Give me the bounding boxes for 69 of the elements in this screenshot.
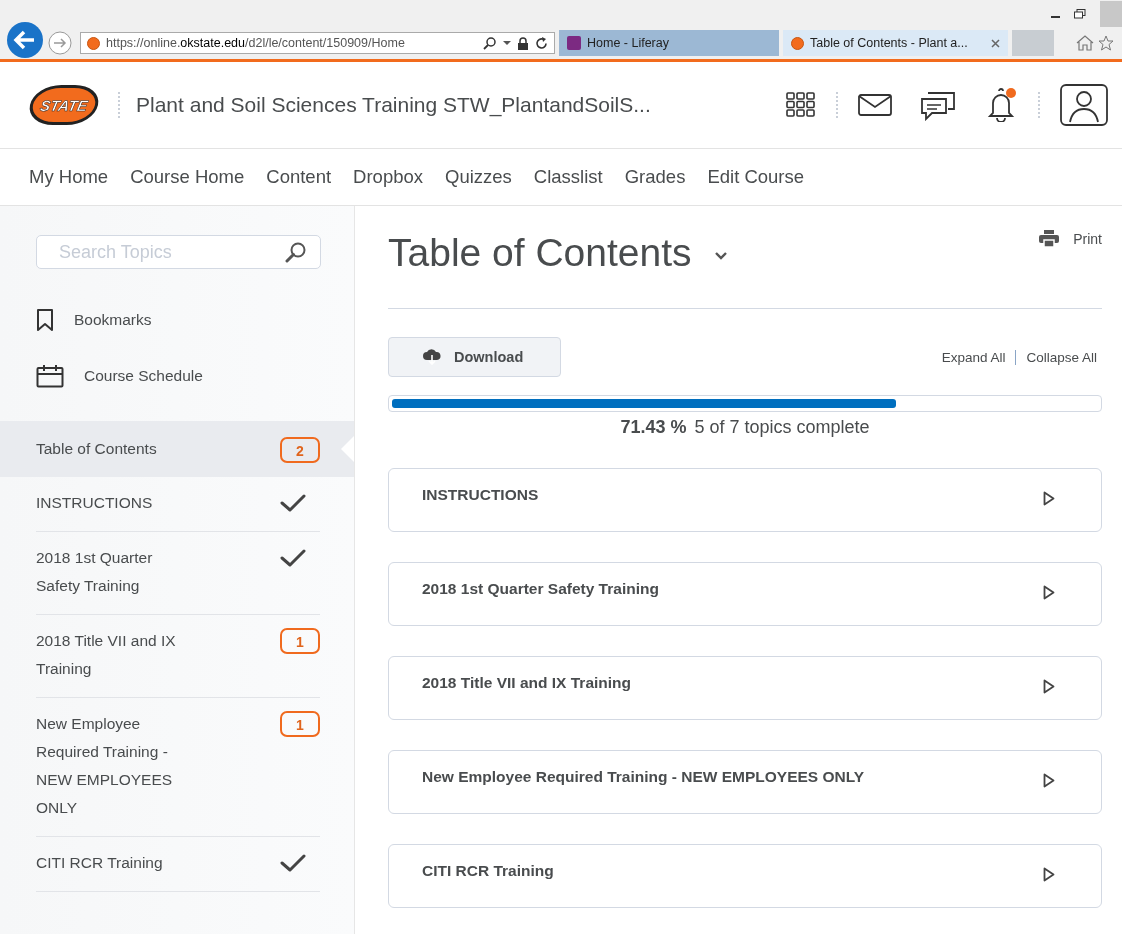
nav-link[interactable]: Dropbox xyxy=(342,166,435,188)
sidebar-item[interactable]: 2018 1st Quarter Safety Training xyxy=(36,532,320,615)
count-badge: 2 xyxy=(280,436,320,463)
expand-all-link[interactable]: Expand All xyxy=(941,349,1006,365)
close-icon[interactable] xyxy=(991,38,1000,48)
module-card[interactable]: INSTRUCTIONS xyxy=(388,468,1102,532)
nav-link[interactable]: Edit Course xyxy=(696,166,816,188)
module-card[interactable]: 2018 Title VII and IX Training xyxy=(388,656,1102,720)
site-icon xyxy=(87,36,100,50)
progress-percent: 71.43 % xyxy=(620,417,687,437)
play-triangle-icon[interactable] xyxy=(1043,679,1055,694)
module-card[interactable]: 2018 1st Quarter Safety Training xyxy=(388,562,1102,626)
module-title: New Employee Required Training - NEW EMPLOYEES ONLY xyxy=(422,768,865,786)
play-triangle-icon[interactable] xyxy=(1043,585,1055,600)
star-icon[interactable] xyxy=(1098,35,1114,51)
print-link[interactable]: Print xyxy=(1039,230,1102,247)
back-button[interactable] xyxy=(6,21,44,59)
nav-link[interactable]: My Home xyxy=(18,166,120,188)
mail-icon[interactable] xyxy=(858,94,892,116)
module-title: 2018 1st Quarter Safety Training xyxy=(422,580,659,598)
home-icon[interactable] xyxy=(1076,35,1094,51)
sidebar-item[interactable]: Table of Contents 2 xyxy=(0,421,354,477)
caret-icon[interactable] xyxy=(503,40,511,46)
chat-icon[interactable] xyxy=(920,89,956,121)
nav-link[interactable]: Quizzes xyxy=(434,166,523,188)
module-title: INSTRUCTIONS xyxy=(422,486,539,504)
search-icon[interactable] xyxy=(483,36,497,50)
sidebar-link[interactable]: Course Schedule xyxy=(36,348,320,404)
module-card[interactable]: New Employee Required Training - NEW EMPLOYEES ONLY xyxy=(388,750,1102,814)
bookmark-icon xyxy=(36,308,54,332)
page-title: Table of Contents xyxy=(388,231,692,275)
download-button[interactable]: Download xyxy=(388,337,561,377)
sidebar-item[interactable]: New Employee Required Training - NEW EMPLOYEES ONLY 1 xyxy=(36,698,320,837)
user-avatar[interactable] xyxy=(1060,84,1108,126)
apps-grid-icon[interactable] xyxy=(786,92,816,118)
count-badge: 1 xyxy=(280,628,320,654)
nav-link[interactable]: Classlist xyxy=(522,166,614,188)
cloud-download-icon xyxy=(422,349,442,365)
module-title: 2018 Title VII and IX Training xyxy=(422,674,632,692)
sidebar-link[interactable]: Bookmarks xyxy=(36,292,320,348)
progress-summary: 5 of 7 topics complete xyxy=(694,417,870,437)
printer-icon xyxy=(1039,230,1060,247)
play-triangle-icon[interactable] xyxy=(1043,773,1055,788)
browser-tab[interactable]: Table of Contents - Plant a... xyxy=(783,30,1008,56)
nav-link[interactable]: Content xyxy=(255,166,343,188)
search-field[interactable]: Search Topics xyxy=(36,235,321,269)
site-icon xyxy=(791,36,804,50)
site-icon xyxy=(567,36,581,50)
nav-link[interactable]: Grades xyxy=(613,166,697,188)
sidebar-item[interactable]: INSTRUCTIONS xyxy=(36,477,320,532)
nav-link[interactable]: Course Home xyxy=(119,166,256,188)
play-triangle-icon[interactable] xyxy=(1043,867,1055,882)
count-badge: 1 xyxy=(280,711,320,737)
search-icon[interactable] xyxy=(285,241,307,263)
sidebar-item[interactable]: 2018 Title VII and IX Training 1 xyxy=(36,615,320,698)
forward-button[interactable] xyxy=(48,31,72,55)
lock-icon xyxy=(517,36,529,50)
play-triangle-icon[interactable] xyxy=(1043,491,1055,506)
sidebar-item[interactable]: CITI RCR Training xyxy=(36,837,320,892)
address-bar[interactable]: https://online.okstate.edu/d2l/le/content/150909/Home xyxy=(80,32,555,54)
course-title[interactable]: Plant and Soil Sciences Training STW_PlantandSoilS... xyxy=(136,93,651,117)
refresh-icon[interactable] xyxy=(535,36,548,50)
collapse-all-link[interactable]: Collapse All xyxy=(1026,349,1097,365)
restore-icon[interactable] xyxy=(1074,9,1086,19)
module-title: CITI RCR Training xyxy=(422,862,554,880)
browser-tab[interactable]: Home - Liferay xyxy=(559,30,779,56)
module-card[interactable]: CITI RCR Training xyxy=(388,844,1102,908)
calendar-icon xyxy=(36,364,64,388)
chevron-down-icon[interactable] xyxy=(713,250,728,260)
